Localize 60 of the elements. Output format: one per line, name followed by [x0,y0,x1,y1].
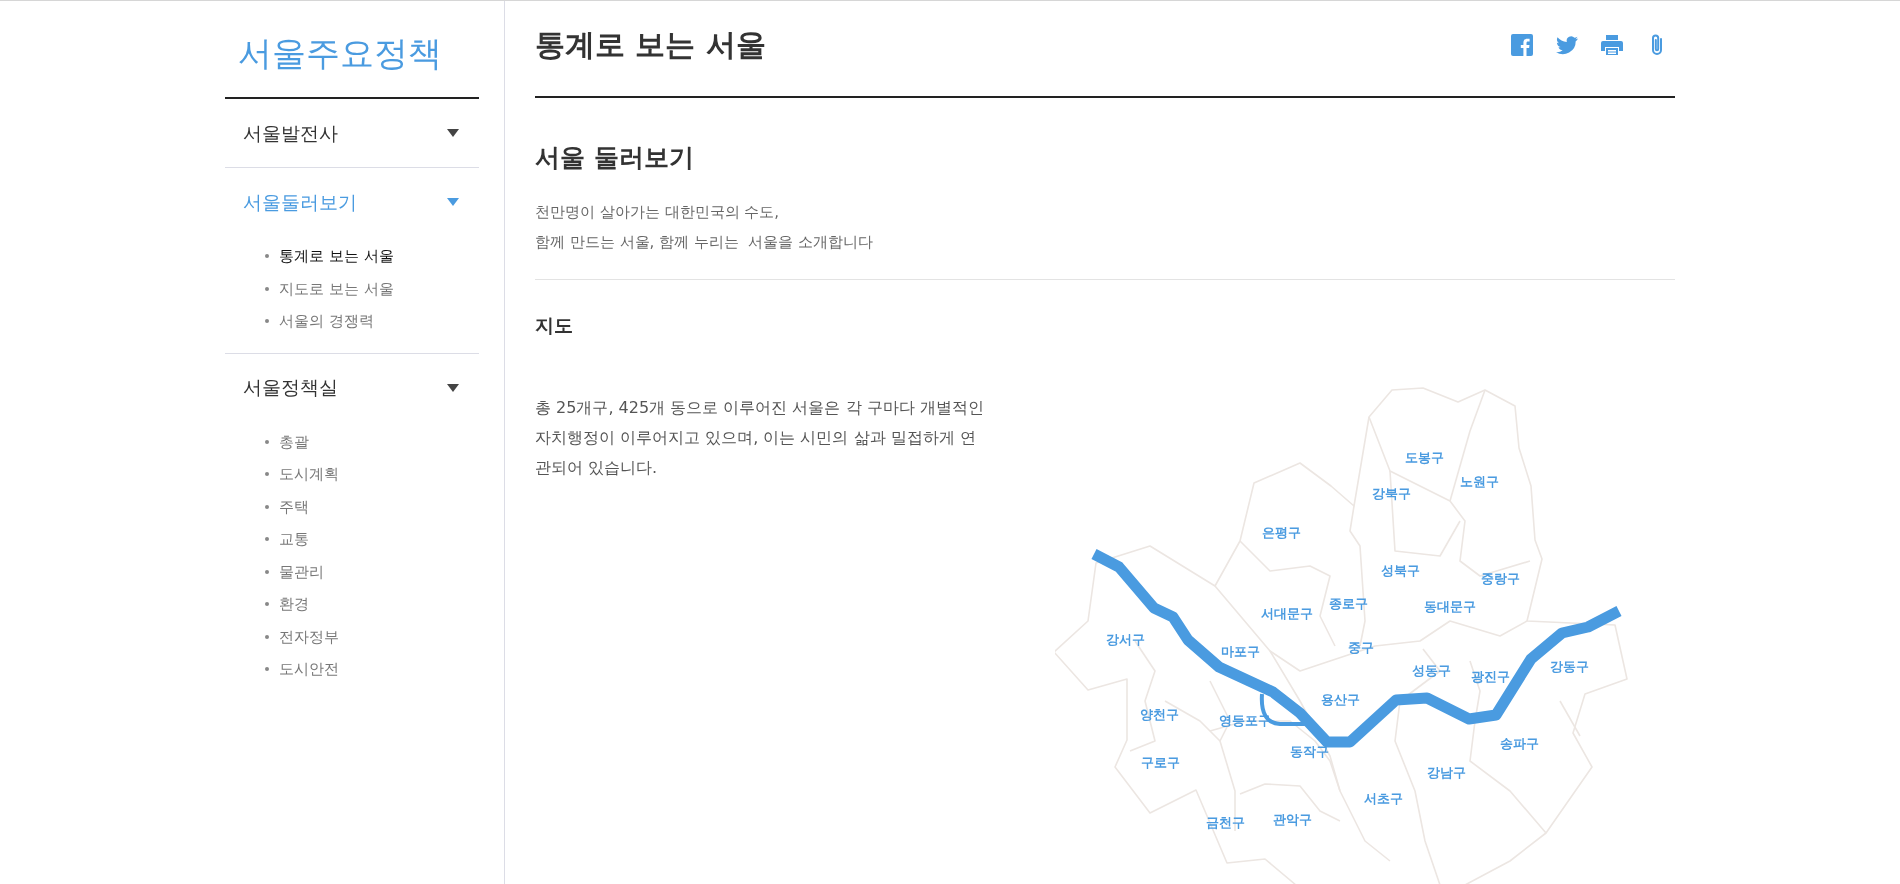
facebook-icon[interactable] [1510,32,1534,57]
bullet-icon [265,602,269,607]
submenu-item[interactable]: 교통 [279,528,309,551]
caret-icon[interactable] [447,383,459,392]
submenu-item[interactable]: 물관리 [279,560,324,583]
district-label[interactable]: 관악구 [1272,813,1312,827]
district-label[interactable]: 양천구 [1139,708,1179,722]
bullet-icon [265,439,269,444]
intro-text: 천만명이 살아가는 대한민국의 수도, [535,202,780,223]
district-label[interactable]: 용산구 [1320,693,1360,707]
section-title: 서울 둘러보기 [535,142,695,174]
bullet-icon [265,286,269,291]
subsection-title: 지도 [535,313,573,338]
district-label[interactable]: 송파구 [1499,737,1539,751]
bullet-icon [265,667,269,672]
bullet-icon [265,504,269,509]
district-label[interactable]: 은평구 [1261,526,1301,540]
district-label[interactable]: 도봉구 [1404,451,1444,465]
district-label[interactable]: 서대문구 [1261,607,1313,621]
district-label[interactable]: 강남구 [1426,766,1466,780]
district-label[interactable]: 구로구 [1140,756,1180,770]
caret-icon[interactable] [447,129,459,137]
map-description: 총 25개구, 425개 동으로 이루어진 서울은 각 구마다 개별적인 자치행정이 이루어지고 있으며, 이는 시민의 삶과 밀접하게 연관되어 있습니다. [535,397,985,479]
menu-item[interactable]: 서울둘러보기 [243,187,357,217]
intro-text: 함께 만드는 서울, 함께 누리는 서울을 소개합니다 [535,232,874,253]
submenu-item[interactable]: 도시계획 [279,463,339,486]
bullet-icon [265,254,269,259]
submenu-item[interactable]: 총괄 [279,430,309,453]
bullet-icon [265,319,269,324]
district-label[interactable]: 중랑구 [1480,572,1520,586]
district-label[interactable]: 성북구 [1380,564,1420,578]
district-label[interactable]: 강북구 [1371,487,1411,501]
menu-item[interactable]: 서울발전사 [243,118,338,148]
district-label[interactable]: 노원구 [1459,475,1499,489]
bullet-icon [265,634,269,639]
printer-icon[interactable] [1600,32,1624,57]
submenu-item[interactable]: 통계로 보는 서울 [279,245,394,268]
district-label[interactable]: 성동구 [1411,664,1451,678]
district-label[interactable]: 동작구 [1289,745,1329,759]
menu-item[interactable]: 서울정책실 [243,373,338,402]
bullet-icon [265,472,269,477]
district-label[interactable]: 중구 [1348,641,1374,655]
submenu-item[interactable]: 지도로 보는 서울 [279,277,394,300]
bullet-icon [265,537,269,542]
district-label[interactable]: 마포구 [1220,645,1260,659]
page-title: 통계로 보는 서울 [535,25,766,64]
submenu-item[interactable]: 환경 [279,593,309,616]
bullet-icon [265,569,269,574]
district-label[interactable]: 종로구 [1328,597,1368,611]
district-label[interactable]: 동대문구 [1424,600,1476,614]
site-title: 서울주요정책 [237,32,443,75]
submenu-item[interactable]: 서울의 경쟁력 [279,310,374,333]
district-label[interactable]: 서초구 [1363,792,1403,806]
district-label[interactable]: 강동구 [1549,660,1589,674]
district-label[interactable]: 광진구 [1470,670,1510,684]
district-label[interactable]: 금천구 [1205,816,1245,830]
district-label[interactable]: 강서구 [1105,633,1145,647]
submenu-item[interactable]: 도시안전 [279,658,339,681]
submenu-item[interactable]: 주택 [279,495,309,518]
submenu-item[interactable]: 전자정부 [279,625,339,648]
